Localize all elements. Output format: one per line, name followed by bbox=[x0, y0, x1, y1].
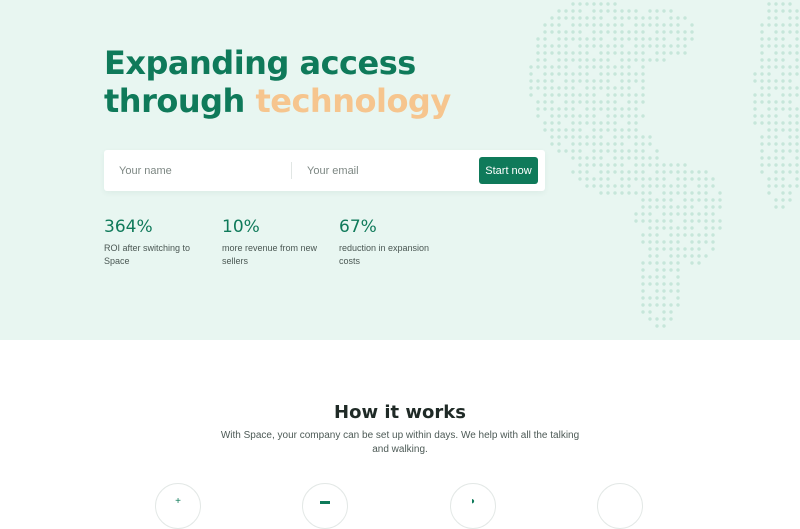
stat-label: reduction in expansion costs bbox=[339, 243, 430, 266]
plus-icon: + bbox=[175, 496, 181, 507]
step-3-circle[interactable]: ◗ bbox=[450, 483, 496, 529]
world-map-dots-illustration bbox=[529, 2, 799, 328]
step-2-circle[interactable]: ▬ bbox=[302, 483, 348, 529]
how-it-works-title: How it works bbox=[334, 402, 466, 423]
signup-form: Start now bbox=[104, 150, 545, 191]
stat-costs: 67% reduction in expansion costs bbox=[339, 216, 439, 268]
stat-roi: 364% ROI after switching to Space bbox=[104, 216, 204, 268]
step-1-circle[interactable]: + bbox=[155, 483, 201, 529]
document-icon: ▬ bbox=[320, 496, 330, 507]
hero-section: Expanding access through technology Star… bbox=[0, 0, 800, 340]
leaf-icon: ◗ bbox=[469, 496, 477, 507]
headline-accent-word: technology bbox=[255, 82, 451, 120]
stat-label: more revenue from new sellers bbox=[222, 243, 318, 266]
stat-value: 364% bbox=[104, 217, 153, 237]
stat-label: ROI after switching to Space bbox=[104, 243, 191, 266]
how-it-works-subtitle: With Space, your company can be set up w… bbox=[220, 430, 580, 455]
headline-line-2-prefix: through bbox=[104, 82, 256, 120]
stat-revenue: 10% more revenue from new sellers bbox=[222, 216, 322, 268]
stat-value: 67% bbox=[339, 217, 377, 237]
stat-value: 10% bbox=[222, 217, 260, 237]
input-divider bbox=[291, 162, 292, 179]
headline-line-2: through technology bbox=[104, 82, 451, 120]
step-4-circle[interactable] bbox=[597, 483, 643, 529]
email-input[interactable] bbox=[307, 150, 472, 191]
hero-headline: Expanding access through technology bbox=[104, 44, 451, 120]
headline-line-1: Expanding access bbox=[104, 44, 416, 82]
name-input[interactable] bbox=[119, 150, 289, 191]
start-now-button[interactable]: Start now bbox=[479, 157, 538, 184]
